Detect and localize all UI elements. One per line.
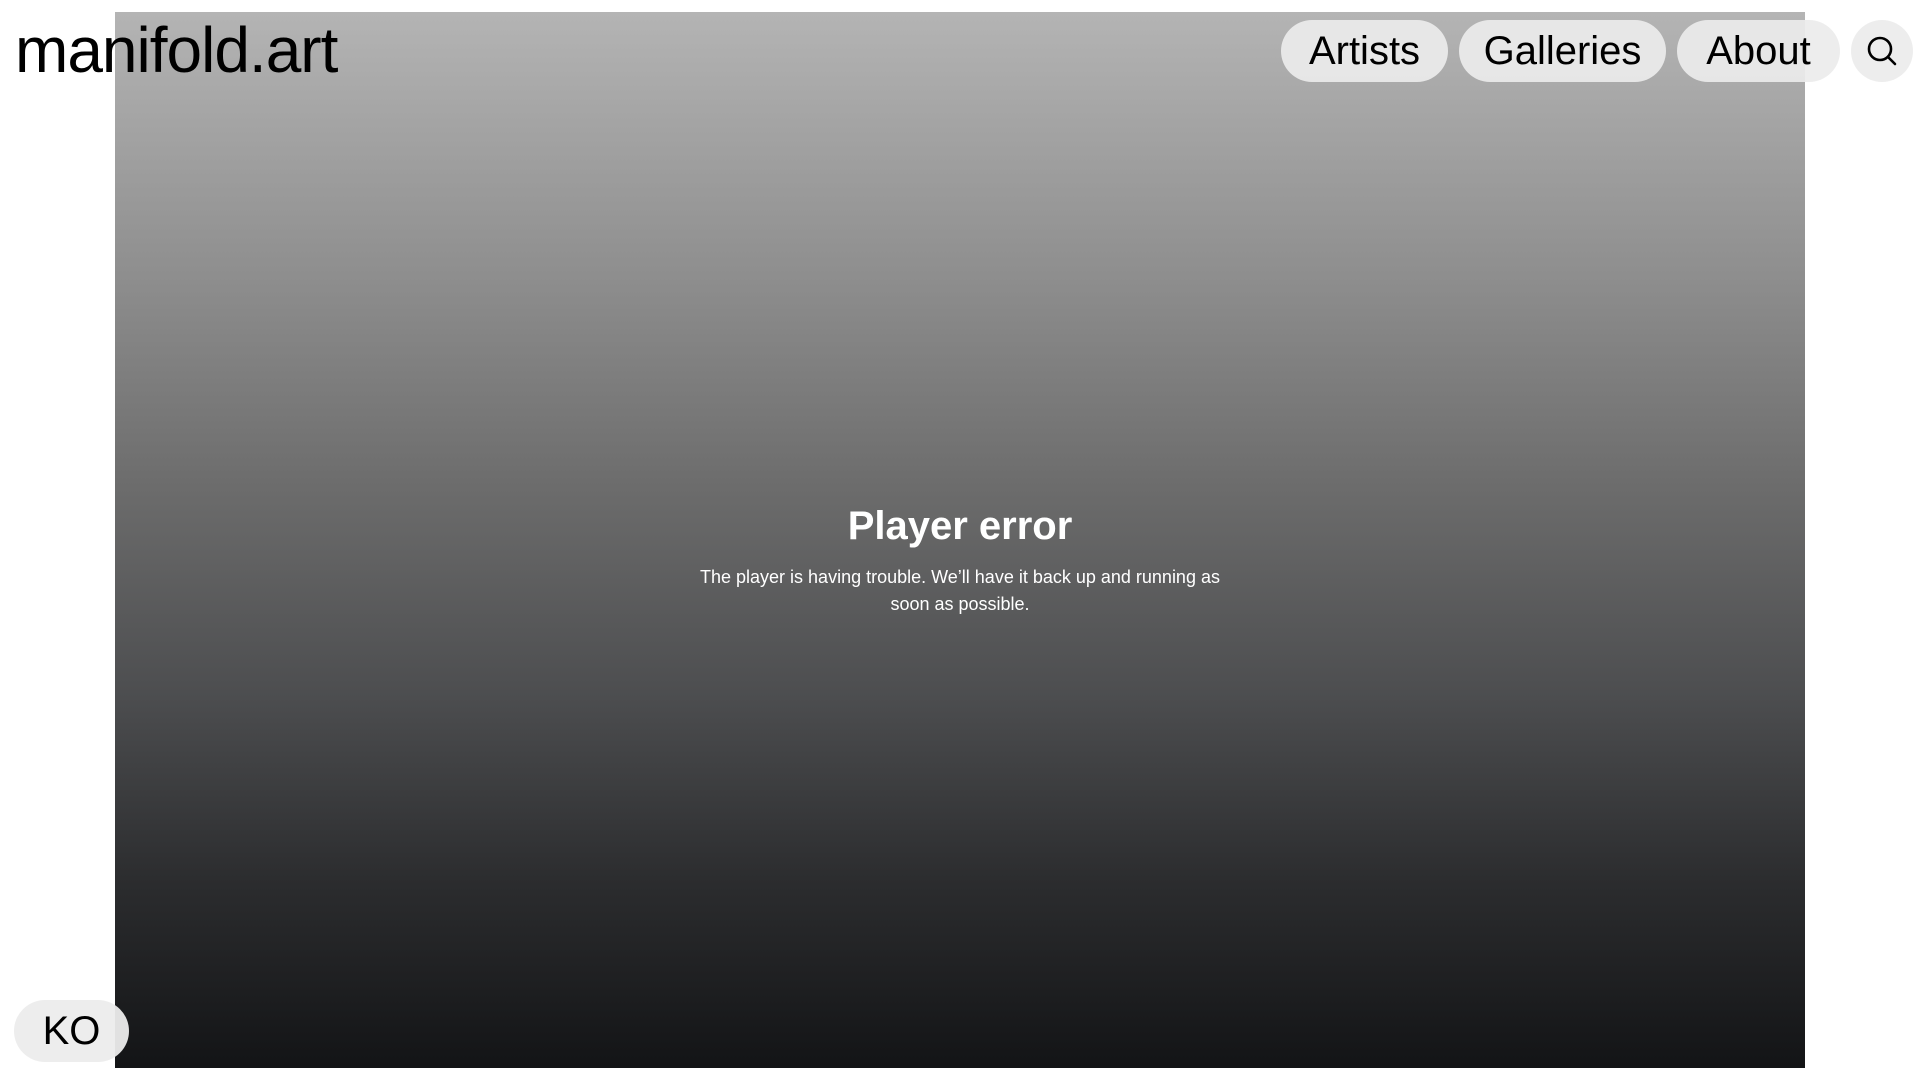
language-toggle-button[interactable]: KO bbox=[14, 1000, 129, 1062]
search-icon bbox=[1867, 36, 1897, 66]
video-player[interactable]: Player error The player is having troubl… bbox=[115, 12, 1904, 1068]
nav-artists-button[interactable]: Artists bbox=[1281, 20, 1448, 82]
page: Player error The player is having troubl… bbox=[0, 0, 1920, 1080]
search-button[interactable] bbox=[1851, 20, 1913, 82]
nav-galleries-button[interactable]: Galleries bbox=[1459, 20, 1666, 82]
site-logo[interactable]: manifold.art bbox=[15, 12, 338, 88]
player-error-message: Player error The player is having troubl… bbox=[115, 502, 1805, 618]
player-error-description: The player is having trouble. We’ll have… bbox=[700, 567, 1220, 614]
nav-about-button[interactable]: About bbox=[1677, 20, 1840, 82]
player-error-title: Player error bbox=[847, 504, 1073, 548]
